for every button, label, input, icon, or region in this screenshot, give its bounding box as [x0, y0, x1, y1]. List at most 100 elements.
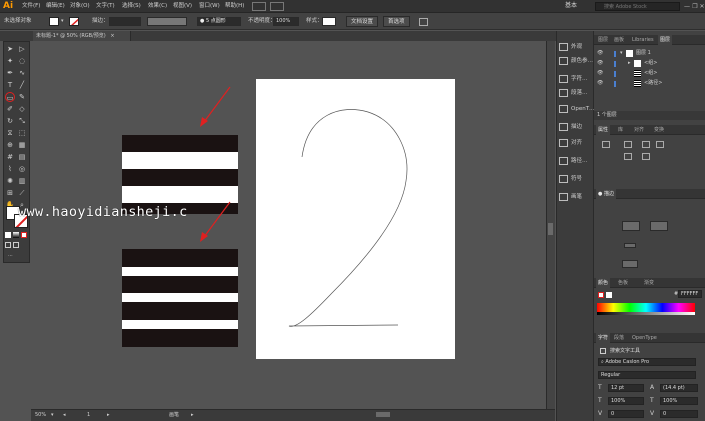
zoom-dropdown-icon[interactable]: ▾ — [51, 410, 54, 421]
artboard-number[interactable]: 1 — [87, 410, 90, 421]
touch-type-icon[interactable] — [600, 348, 606, 354]
dock-color-guide[interactable]: 颜色参… — [559, 55, 595, 67]
stroke-preview[interactable] — [650, 221, 668, 231]
status-arrow-icon[interactable]: ▸ — [191, 410, 194, 421]
menu-type[interactable]: 文字(T) — [96, 0, 115, 13]
tab-transform[interactable]: 变换 — [652, 125, 666, 135]
artboard-tool-icon[interactable]: ⊞ — [5, 188, 15, 198]
eye-icon[interactable]: 👁 — [597, 69, 603, 78]
tab-layers[interactable]: 图层 — [658, 35, 673, 45]
shape-builder-tool-icon[interactable]: ⊕ — [5, 140, 15, 150]
document-setup-button[interactable]: 文档设置 — [346, 16, 379, 27]
slice-tool-icon[interactable]: ⟋ — [17, 188, 27, 198]
profile-dropdown-icon[interactable] — [190, 17, 196, 26]
dock-appearance[interactable]: 外观 — [559, 41, 595, 53]
more-tools-icon[interactable]: ⋯ — [8, 254, 16, 259]
tab-properties[interactable]: 属性 — [596, 125, 611, 135]
distribute-icon[interactable] — [624, 153, 632, 160]
align-right-icon[interactable] — [642, 141, 650, 148]
eyedropper-tool-icon[interactable]: ⌇ — [5, 164, 15, 174]
curvature-tool-icon[interactable]: ∿ — [17, 68, 27, 78]
menu-view[interactable]: 视图(V) — [173, 0, 192, 13]
tab-paragraph[interactable]: 段落 — [612, 333, 626, 343]
expand-icon[interactable]: ▸ — [628, 59, 631, 68]
vertical-scroll-thumb[interactable] — [548, 223, 553, 235]
tab-align[interactable]: 对齐 — [632, 125, 646, 135]
vertical-scale-input[interactable]: 100% — [608, 397, 644, 405]
stroke-swatch[interactable] — [69, 17, 79, 26]
dock-opentype[interactable]: OpenT… — [559, 103, 595, 115]
layer-row[interactable]: 👁 <组> — [594, 69, 705, 78]
layer-row[interactable]: 👁 <路径> — [594, 79, 705, 88]
variable-width-dropdown[interactable] — [147, 17, 187, 26]
document-tab-close[interactable]: × — [110, 33, 114, 39]
workspace-switcher[interactable]: 基本 — [565, 1, 577, 11]
direct-selection-tool-icon[interactable]: ▷ — [17, 44, 27, 54]
tab-swatches[interactable]: 色板 — [616, 278, 630, 288]
grayscale-ramp[interactable] — [597, 312, 695, 315]
scale-tool-icon[interactable]: ⤡ — [17, 116, 27, 126]
dock-brushes[interactable]: 画笔 — [559, 191, 595, 203]
color-spectrum[interactable] — [597, 303, 695, 312]
zoom-level[interactable]: 50% — [35, 410, 46, 421]
eye-icon[interactable]: 👁 — [597, 59, 603, 68]
align-center-icon[interactable] — [624, 141, 632, 148]
lasso-tool-icon[interactable]: ◌ — [17, 56, 27, 66]
preferences-button[interactable]: 首选项 — [383, 16, 410, 27]
stroke-preview[interactable] — [622, 221, 640, 231]
tab-library[interactable]: 库 — [616, 125, 625, 135]
leading-input[interactable]: (14.4 pt) — [660, 384, 698, 392]
pen-tool-icon[interactable]: ✒ — [5, 68, 15, 78]
tracking-input[interactable]: 0 — [660, 410, 698, 418]
tab-color[interactable]: 颜色 — [596, 278, 611, 288]
menu-object[interactable]: 对象(O) — [70, 0, 90, 13]
fill-swatch[interactable] — [49, 17, 59, 26]
menu-edit[interactable]: 编辑(E) — [46, 0, 65, 13]
symbol-sprayer-tool-icon[interactable]: ✺ — [5, 176, 15, 186]
opacity-input[interactable]: 100% — [273, 17, 299, 26]
arrange-documents-icon[interactable] — [270, 2, 284, 11]
layer-row[interactable]: 👁 ▸ <组> — [594, 59, 705, 68]
font-style-input[interactable]: Regular — [598, 371, 696, 379]
gradient-tool-icon[interactable]: ▤ — [17, 152, 27, 162]
search-stock-input[interactable]: 搜索 Adobe Stock — [595, 2, 680, 11]
dock-align[interactable]: 对齐 — [559, 137, 595, 149]
stroke-preview[interactable] — [624, 243, 636, 248]
artboard-prev-icon[interactable]: ◂ — [63, 410, 66, 421]
dock-stroke[interactable]: 描边 — [559, 121, 595, 133]
dock-symbols[interactable]: 符号 — [559, 173, 595, 185]
gradient-mode-icon[interactable] — [13, 232, 19, 238]
rotate-tool-icon[interactable]: ↻ — [5, 116, 15, 126]
perspective-grid-tool-icon[interactable]: ▦ — [17, 140, 27, 150]
fill-dropdown-icon[interactable]: ▾ — [61, 18, 66, 25]
tab-stroke[interactable]: ● 描边 — [596, 189, 616, 199]
stroke-preview[interactable] — [622, 260, 638, 268]
menu-file[interactable]: 文件(F) — [22, 0, 40, 13]
artboard-next-icon[interactable]: ▸ — [107, 410, 110, 421]
tab-libraries[interactable]: Libraries — [630, 35, 656, 45]
horizontal-scale-input[interactable]: 100% — [660, 397, 698, 405]
magic-wand-tool-icon[interactable]: ✦ — [5, 56, 15, 66]
selection-tool-icon[interactable]: ➤ — [5, 44, 15, 54]
tab-opentype[interactable]: OpenType — [630, 333, 659, 343]
font-family-input[interactable]: ⌕ Adobe Caslon Pro — [598, 358, 696, 366]
align-top-icon[interactable] — [656, 141, 664, 148]
tab-artboards[interactable]: 画板 — [612, 35, 626, 45]
dock-pathfinder[interactable]: 路径… — [559, 155, 595, 167]
line-segment-tool-icon[interactable]: ╱ — [17, 80, 27, 90]
expand-icon[interactable]: ▾ — [620, 49, 623, 58]
stroke-weight-input[interactable] — [109, 17, 141, 26]
color-mode-icon[interactable] — [5, 232, 11, 238]
hex-input[interactable]: FFFFFF — [678, 290, 702, 298]
shaper-tool-icon[interactable]: ✐ — [5, 104, 15, 114]
minimize-button[interactable]: — — [683, 0, 691, 13]
menu-effect[interactable]: 效果(C) — [148, 0, 167, 13]
arrange-icon[interactable] — [419, 18, 428, 26]
layer-row[interactable]: 👁 ▾ 图层 1 — [594, 49, 705, 58]
font-size-input[interactable]: 12 pt — [608, 384, 644, 392]
distribute-h-icon[interactable] — [642, 153, 650, 160]
free-transform-tool-icon[interactable]: ⬚ — [17, 128, 27, 138]
dock-paragraph[interactable]: 段落… — [559, 87, 595, 99]
document-tab[interactable]: 未标题-1* @ 50% (RGB/预览) × — [33, 31, 131, 41]
close-button[interactable]: ✕ — [698, 0, 705, 13]
